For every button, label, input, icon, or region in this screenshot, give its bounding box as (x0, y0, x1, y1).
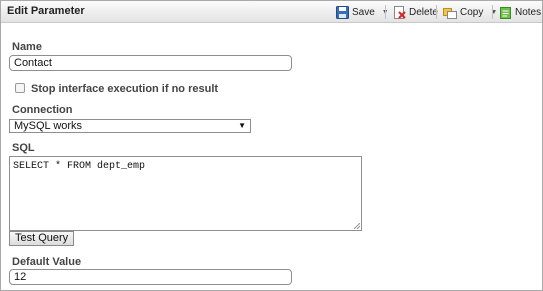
connection-label: Connection (12, 104, 73, 116)
panel-title: Edit Parameter (7, 5, 85, 17)
default-value-field[interactable] (9, 269, 292, 285)
resize-handle[interactable] (354, 223, 360, 229)
sql-textarea[interactable]: SELECT * FROM dept_emp (9, 156, 362, 231)
connection-select[interactable]: MySQL works ▼ (9, 119, 251, 133)
sql-label: SQL (12, 142, 35, 154)
notes-icon (500, 6, 511, 19)
copy-label: Copy (460, 6, 484, 18)
delete-label: Delete (409, 6, 438, 18)
save-button[interactable]: Save ▼ (336, 4, 389, 20)
toolbar-divider (492, 5, 493, 19)
default-value-label: Default Value (12, 256, 82, 268)
save-label: Save (352, 6, 375, 18)
toolbar-divider (385, 5, 386, 19)
copy-button[interactable]: Copy ▼ (443, 4, 497, 20)
name-field[interactable] (9, 55, 292, 71)
copy-icon (443, 7, 457, 19)
notes-button[interactable]: Notes (499, 4, 541, 20)
toolbar-divider (436, 5, 437, 19)
connection-value: MySQL works (14, 120, 83, 132)
chevron-down-icon: ▼ (238, 121, 246, 130)
delete-button[interactable]: Delete (393, 4, 438, 20)
edit-parameter-panel: Edit Parameter Save ▼ Delete Copy (0, 0, 543, 291)
panel-header: Edit Parameter Save ▼ Delete Copy (1, 1, 542, 23)
notes-label: Notes (515, 6, 542, 18)
name-label: Name (12, 41, 42, 53)
sql-text: SELECT * FROM dept_emp (13, 161, 146, 172)
stop-execution-checkbox[interactable] (15, 83, 25, 93)
floppy-disk-icon (336, 5, 349, 19)
delete-icon (394, 5, 406, 19)
test-query-button[interactable]: Test Query (9, 231, 75, 246)
stop-execution-label: Stop interface execution if no result (31, 83, 219, 95)
